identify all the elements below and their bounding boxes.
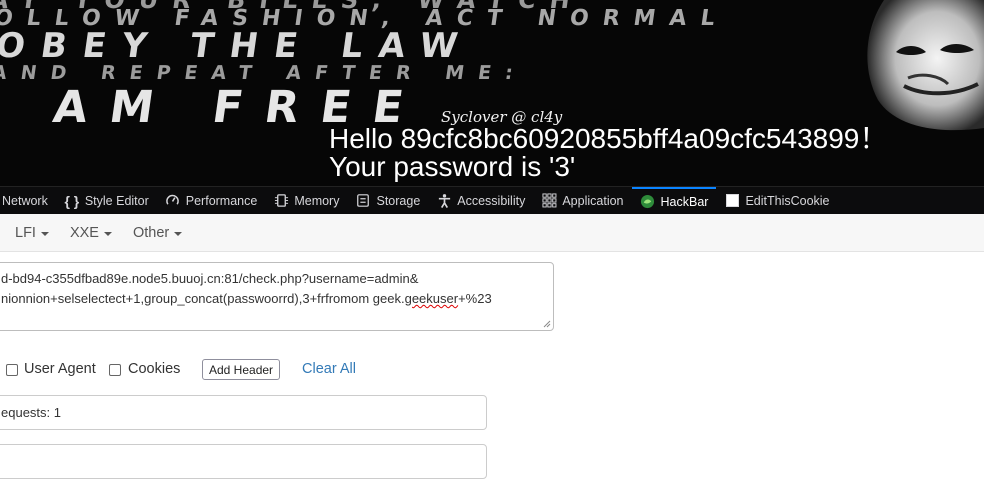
- tab-accessibility-label: Accessibility: [457, 193, 526, 208]
- menu-lfi-label: LFI: [15, 224, 36, 241]
- request-options-row: User Agent Cookies Add Header Clear All: [0, 358, 984, 382]
- tab-network[interactable]: Network: [0, 187, 56, 214]
- tab-application-label: Application: [562, 193, 624, 208]
- chevron-down-icon: [40, 231, 49, 236]
- menu-other[interactable]: Other: [132, 224, 183, 241]
- accessibility-icon: [436, 193, 452, 209]
- tab-network-label: Network: [2, 193, 48, 208]
- cookies-checkbox[interactable]: [109, 364, 121, 376]
- gauge-icon: [165, 193, 181, 209]
- resize-grip-icon[interactable]: [543, 320, 551, 328]
- page-banner: AY YOUR BILLS, WATCH OLLOW FASHION, ACT …: [0, 0, 984, 186]
- spellcheck-error-word: geekuser: [404, 291, 459, 306]
- next-input-field[interactable]: [0, 444, 487, 479]
- tab-accessibility[interactable]: Accessibility: [428, 187, 533, 214]
- url-line-2: nionnion+selselectect+1,group_concat(pas…: [1, 289, 553, 309]
- tab-hackbar-label: HackBar: [660, 194, 709, 209]
- add-header-button[interactable]: Add Header: [202, 359, 281, 380]
- clear-all-link[interactable]: Clear All: [302, 361, 356, 377]
- tab-application[interactable]: Application: [533, 187, 631, 214]
- url-line-2-start: nionnion+selselectect+1,group_concat(pas…: [1, 291, 405, 306]
- password-message: Your password is '3': [329, 151, 576, 182]
- menu-xxe-label: XXE: [69, 224, 99, 241]
- banner-bg-text-3: OBEY THE LAW: [0, 26, 476, 66]
- checkbox-icon: [724, 193, 740, 209]
- menu-other-label: Other: [132, 224, 170, 241]
- tab-performance[interactable]: Performance: [157, 187, 266, 214]
- user-agent-checkbox[interactable]: [6, 364, 18, 376]
- menu-lfi[interactable]: LFI: [15, 225, 49, 241]
- tab-storage[interactable]: Storage: [347, 187, 428, 214]
- tab-storage-label: Storage: [376, 193, 421, 208]
- grid-icon: [541, 193, 557, 209]
- banner-bg-text-4: AND REPEAT AFTER ME:: [0, 62, 529, 84]
- menu-xxe[interactable]: XXE: [70, 225, 112, 241]
- memory-chip-icon: [273, 193, 289, 209]
- tab-hackbar[interactable]: HackBar: [631, 187, 717, 214]
- tab-performance-label: Performance: [185, 193, 258, 208]
- url-line-1: d-bd94-c355dfbad89e.node5.buuoj.cn:81/ch…: [1, 271, 419, 286]
- url-textarea[interactable]: d-bd94-c355dfbad89e.node5.buuoj.cn:81/ch…: [0, 262, 554, 331]
- tab-memory[interactable]: Memory: [265, 187, 347, 214]
- braces-icon: { }: [64, 192, 80, 209]
- chevron-down-icon: [174, 231, 183, 236]
- chevron-down-icon: [103, 231, 112, 236]
- tab-editthiscookie-label: EditThisCookie: [745, 193, 830, 208]
- tab-style-editor-label: Style Editor: [84, 193, 149, 208]
- user-agent-label: User Agent: [24, 361, 96, 377]
- url-line-2-end: +%23: [458, 291, 492, 306]
- tab-style-editor[interactable]: { } Style Editor: [56, 187, 157, 214]
- requests-field[interactable]: equests: 1: [0, 395, 487, 430]
- cookies-label: Cookies: [128, 361, 181, 377]
- tab-memory-label: Memory: [294, 193, 340, 208]
- devtools-toolbar: Network { } Style Editor Performance Mem…: [0, 186, 984, 214]
- hackbar-menu-bar: LFI XXE Other: [0, 214, 984, 252]
- storage-icon: [355, 193, 371, 209]
- tab-editthiscookie[interactable]: EditThisCookie: [716, 187, 837, 214]
- hackbar-icon: [640, 194, 656, 210]
